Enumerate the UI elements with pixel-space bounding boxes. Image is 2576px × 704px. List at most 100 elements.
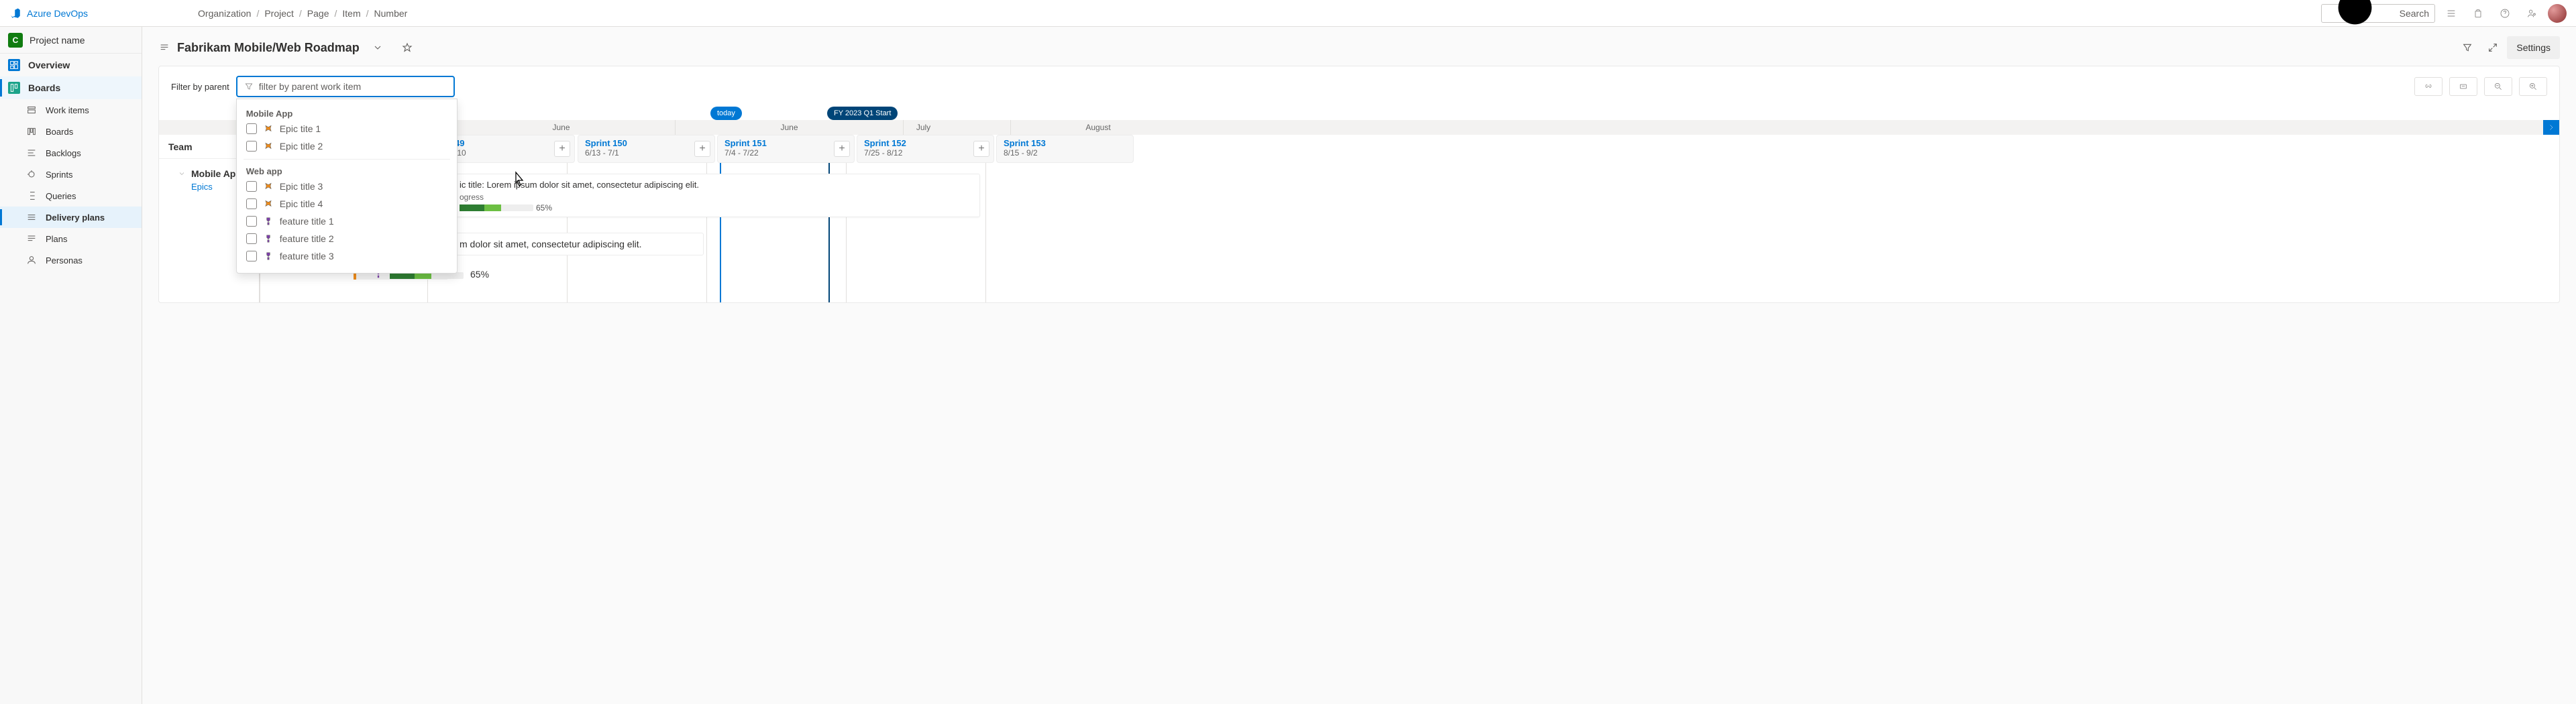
checkbox[interactable] xyxy=(246,181,257,192)
epic-card[interactable]: ic title: Lorem ipsum dolor sit amet, co… xyxy=(449,174,980,217)
checkbox[interactable] xyxy=(246,141,257,152)
sidebar-item-personas[interactable]: Personas xyxy=(0,249,142,271)
sprint-add-button[interactable]: + xyxy=(973,141,989,157)
list-view-icon[interactable] xyxy=(2440,3,2462,24)
favorite-button[interactable] xyxy=(396,36,419,59)
checkbox[interactable] xyxy=(246,123,257,134)
sidebar-item-label: Plans xyxy=(46,234,68,244)
feature-icon xyxy=(264,217,273,226)
breadcrumb-item[interactable]: Organization xyxy=(198,8,251,19)
feature-icon xyxy=(264,251,273,261)
sidebar-item-label: Backlogs xyxy=(46,148,81,158)
dependencies-toggle[interactable] xyxy=(2414,77,2443,96)
sprint-card[interactable]: 49 /10 + xyxy=(447,135,575,163)
marketplace-icon[interactable] xyxy=(2467,3,2489,24)
project-chip: C xyxy=(8,33,23,48)
timeline-grid: Team Mobile App Epics 49 /10 + Sprint 1 xyxy=(159,135,2559,302)
personas-icon xyxy=(25,254,38,266)
deliveryplans-icon xyxy=(25,211,38,223)
project-picker[interactable]: C Project name xyxy=(0,27,142,54)
dropdown-item[interactable]: Epic title 3 xyxy=(237,178,457,195)
progress-bar xyxy=(460,204,533,211)
sidebar-item-queries[interactable]: Queries xyxy=(0,185,142,207)
sprint-card[interactable]: Sprint 152 7/25 - 8/12 + xyxy=(857,135,994,163)
epic-icon xyxy=(264,141,273,151)
sidebar-item-deliveryplans[interactable]: Delivery plans xyxy=(0,207,142,228)
filter-parent-input[interactable]: filter by parent work item Mobile App Ep… xyxy=(236,76,455,97)
checkbox[interactable] xyxy=(246,198,257,209)
topbar: Azure DevOps Organization/ Project/ Page… xyxy=(0,0,2576,27)
sidebar-item-label: Personas xyxy=(46,255,83,266)
brand-logo[interactable]: Azure DevOps xyxy=(9,7,88,19)
sidebar-item-workitems[interactable]: Work items xyxy=(0,99,142,121)
breadcrumb-item[interactable]: Item xyxy=(342,8,360,19)
sidebar-item-label: Sprints xyxy=(46,170,72,180)
checkbox[interactable] xyxy=(246,216,257,227)
dropdown-item[interactable]: Epic title 4 xyxy=(237,195,457,213)
sidebar: C Project name Overview Boards Work item… xyxy=(0,27,142,704)
sidebar-item-plans[interactable]: Plans xyxy=(0,228,142,249)
sidebar-item-overview[interactable]: Overview xyxy=(0,54,142,76)
filter-parent-dropdown: Mobile App Epic tite 1 Epic title 2 xyxy=(236,99,458,274)
today-marker: today xyxy=(710,107,742,120)
breadcrumb-item[interactable]: Number xyxy=(374,8,408,19)
title-dropdown[interactable] xyxy=(366,36,389,59)
overview-icon xyxy=(8,59,20,71)
azure-devops-icon xyxy=(9,7,21,19)
breadcrumb-item[interactable]: Page xyxy=(307,8,329,19)
feature-card[interactable]: m dolor sit amet, consectetur adipiscing… xyxy=(449,233,704,255)
epic-icon xyxy=(264,199,273,209)
dropdown-item[interactable]: feature title 2 xyxy=(237,230,457,247)
zoom-in[interactable] xyxy=(2519,77,2547,96)
global-search[interactable]: Search xyxy=(2321,4,2435,23)
dropdown-item[interactable]: Epic title 2 xyxy=(237,137,457,155)
sprint-add-button[interactable]: + xyxy=(834,141,850,157)
sidebar-item-sprints[interactable]: Sprints xyxy=(0,164,142,185)
avatar[interactable] xyxy=(2548,4,2567,23)
sidebar-item-label: Queries xyxy=(46,191,76,201)
breadcrumb: Organization/ Project/ Page/ Item/ Numbe… xyxy=(198,8,407,19)
dropdown-group-label: Mobile App xyxy=(237,106,457,120)
filter-toggle-icon[interactable] xyxy=(2456,36,2479,59)
sprint-add-button[interactable]: + xyxy=(694,141,710,157)
sidebar-item-boards[interactable]: Boards xyxy=(0,76,142,99)
sidebar-item-boards-sub[interactable]: Boards xyxy=(0,121,142,142)
dropdown-item[interactable]: feature title 3 xyxy=(237,247,457,265)
dropdown-item[interactable]: Epic tite 1 xyxy=(237,120,457,137)
sidebar-item-label: Work items xyxy=(46,105,89,115)
sprint-card[interactable]: Sprint 150 6/13 - 7/1 + xyxy=(578,135,715,163)
sidebar-item-backlogs[interactable]: Backlogs xyxy=(0,142,142,164)
plan-icon xyxy=(158,42,170,54)
scroll-right-button[interactable] xyxy=(2543,120,2559,135)
timeline-header: today FY 2023 Q1 Start June June July Au… xyxy=(159,107,2559,135)
plans-icon xyxy=(25,233,38,245)
brand-label: Azure DevOps xyxy=(27,8,88,19)
boards-icon xyxy=(8,82,20,94)
checkbox[interactable] xyxy=(246,251,257,261)
month-july: July xyxy=(837,120,1011,135)
epic-icon xyxy=(264,182,273,191)
delivery-plan-board: Filter by parent filter by parent work i… xyxy=(158,66,2560,303)
milestone-marker: FY 2023 Q1 Start xyxy=(827,107,898,120)
queries-icon xyxy=(25,190,38,202)
progress-percent: 65% xyxy=(536,203,552,213)
sprint-card[interactable]: Sprint 151 7/4 - 7/22 + xyxy=(717,135,855,163)
project-name: Project name xyxy=(30,35,85,46)
user-settings-icon[interactable] xyxy=(2521,3,2542,24)
settings-button[interactable]: Settings xyxy=(2507,36,2560,59)
zoom-out[interactable] xyxy=(2484,77,2512,96)
sprint-card[interactable]: Sprint 153 8/15 - 9/2 xyxy=(996,135,1134,163)
checkbox[interactable] xyxy=(246,233,257,244)
fullscreen-icon[interactable] xyxy=(2481,36,2504,59)
help-icon[interactable] xyxy=(2494,3,2516,24)
filter-parent-placeholder: filter by parent work item xyxy=(259,81,362,92)
sprint-add-button[interactable]: + xyxy=(554,141,570,157)
dropdown-item[interactable]: feature title 1 xyxy=(237,213,457,230)
summary-toggle[interactable] xyxy=(2449,77,2477,96)
page-title: Fabrikam Mobile/Web Roadmap xyxy=(177,41,360,55)
feature-icon xyxy=(264,234,273,243)
breadcrumb-item[interactable]: Project xyxy=(264,8,294,19)
sidebar-item-label: Boards xyxy=(46,127,73,137)
filter-by-parent-label: Filter by parent xyxy=(171,82,229,92)
kanban-icon xyxy=(25,125,38,137)
